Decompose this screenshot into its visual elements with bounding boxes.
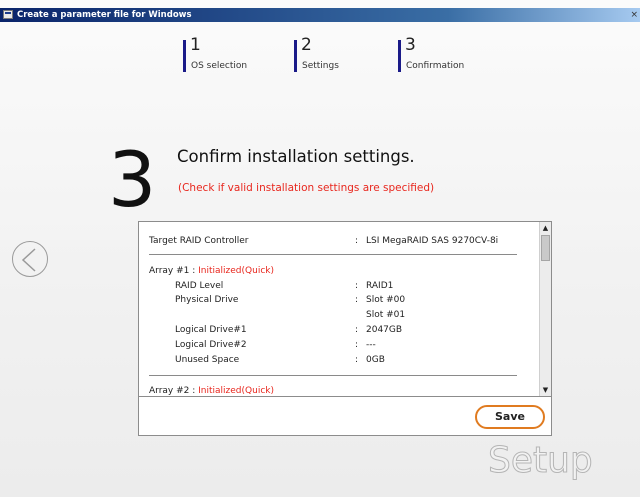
unused-space-label: Unused Space (175, 355, 240, 365)
array1-heading: Array #1 : Initialized(Quick) (149, 266, 274, 277)
chevron-left-circle-icon (21, 248, 36, 272)
back-button[interactable] (12, 241, 48, 277)
raid-level-label: RAID Level (175, 281, 224, 291)
close-icon[interactable]: × (630, 9, 638, 21)
arrow-up-icon[interactable]: ▲ (540, 222, 551, 234)
logical-drive1-value: 2047GB (366, 325, 403, 335)
array2-heading: Array #2 : Initialized(Quick) (149, 386, 274, 396)
unused-space-value: 0GB (366, 355, 385, 365)
colon: : (355, 236, 359, 246)
raid-level-value: RAID1 (366, 281, 394, 291)
arrow-down-icon[interactable]: ▼ (540, 384, 551, 396)
colon: : (355, 281, 359, 291)
array2-title: Array #2 : (149, 386, 196, 396)
logical-drive1-label: Logical Drive#1 (175, 325, 247, 335)
colon: : (355, 355, 359, 365)
summary-scroll-area[interactable]: Target RAID Controller : LSI MegaRAID SA… (139, 222, 539, 396)
step-number: 1 (190, 35, 201, 55)
colon: : (355, 340, 359, 350)
step-number: 2 (301, 35, 312, 55)
controller-label: Target RAID Controller (149, 236, 249, 246)
step-label: Confirmation (406, 61, 465, 71)
logical-drive2-label: Logical Drive#2 (175, 340, 247, 350)
save-button[interactable]: Save (475, 405, 545, 429)
setup-logo: Setup (488, 440, 594, 481)
current-step-number: 3 (108, 135, 157, 224)
window-title: Create a parameter file for Windows (17, 10, 192, 20)
controller-value: LSI MegaRAID SAS 9270CV-8i (366, 236, 499, 246)
title-bar: Create a parameter file for Windows × (0, 8, 640, 22)
array1-title: Array #1 : (149, 266, 196, 276)
colon: : (355, 325, 359, 335)
step-bar (183, 40, 186, 72)
physical-drive-value: Slot #01 (366, 310, 406, 320)
scrollbar-thumb[interactable] (541, 235, 550, 261)
page-title: Confirm installation settings. (177, 147, 415, 166)
physical-drive-value: Slot #00 (366, 295, 406, 305)
settings-summary-panel: Target RAID Controller : LSI MegaRAID SA… (138, 221, 552, 436)
step-number: 3 (405, 35, 416, 55)
panel-footer: Save (139, 396, 551, 436)
divider (149, 375, 517, 376)
step-bar (398, 40, 401, 72)
vertical-scrollbar[interactable]: ▲ ▼ (539, 222, 551, 396)
window: Create a parameter file for Windows × 1 … (0, 0, 640, 497)
physical-drive-label: Physical Drive (175, 295, 239, 305)
array2-status: Initialized(Quick) (198, 386, 274, 396)
logical-drive2-value: --- (366, 340, 376, 350)
step-label: Settings (302, 61, 339, 71)
divider (149, 254, 517, 255)
array1-status: Initialized(Quick) (198, 266, 274, 276)
colon: : (355, 295, 359, 305)
app-icon (3, 10, 13, 19)
step-indicator: 1 OS selection 2 Settings 3 Confirmation (0, 35, 640, 78)
page-subtitle: (Check if valid installation settings ar… (178, 182, 435, 194)
step-bar (294, 40, 297, 72)
step-label: OS selection (191, 61, 248, 71)
